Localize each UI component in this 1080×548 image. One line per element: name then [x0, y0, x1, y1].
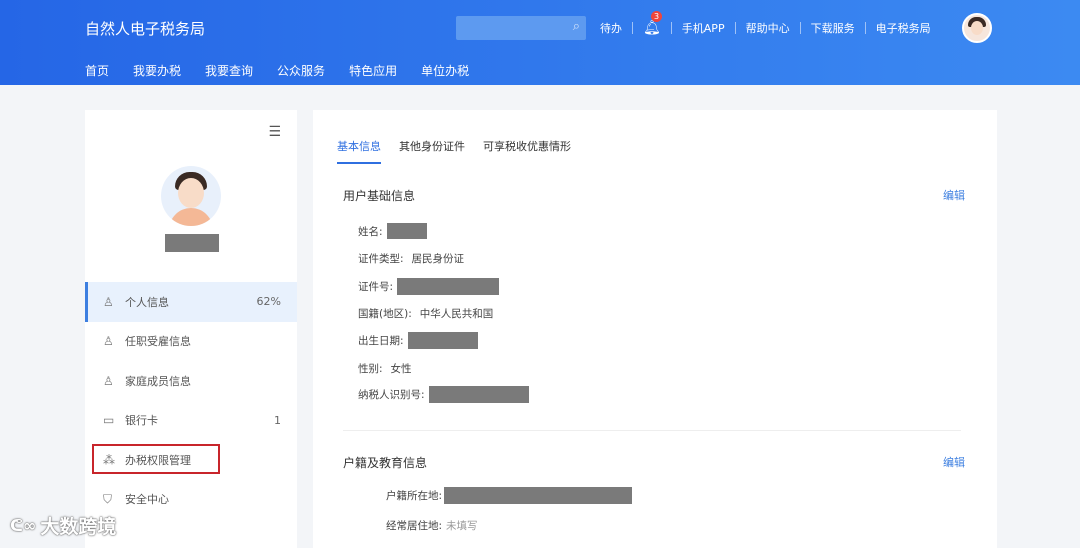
redacted-name	[165, 234, 219, 252]
field-label: 户籍所在地:	[386, 490, 443, 502]
nav-home[interactable]: 首页	[85, 62, 109, 79]
site-title[interactable]: 自然人电子税务局	[85, 18, 205, 39]
field-value: 女性	[390, 363, 412, 375]
redacted-value	[407, 332, 478, 349]
sidebar-item-tax-permission[interactable]: ⁂ 办税权限管理	[85, 440, 297, 480]
redacted-value	[428, 386, 529, 403]
field-value: 未填写	[446, 520, 478, 532]
sidebar-item-label: 家庭成员信息	[125, 374, 191, 388]
sidebar-item-personal-info[interactable]: ♙ 个人信息 62%	[85, 282, 297, 322]
shield-icon: ⛉	[103, 491, 113, 506]
link-help[interactable]: 帮助中心	[746, 20, 790, 36]
section-title: 户籍及教育信息	[343, 456, 428, 470]
section-title: 用户基础信息	[343, 189, 416, 203]
watermark-logo: ᕦ∞ 大数跨境	[10, 512, 116, 539]
progress-percent: 62%	[256, 295, 281, 309]
redacted-value	[444, 487, 633, 504]
field-label: 纳税人识别号:	[358, 389, 425, 401]
user-icon: ♙	[103, 294, 114, 309]
sidebar-item-bank-card[interactable]: ▭ 银行卡 1	[85, 401, 297, 441]
tab-basic-info[interactable]: 基本信息	[337, 138, 381, 164]
field-label: 国籍(地区):	[358, 308, 412, 320]
bell-icon[interactable]: 🔔︎ 3	[643, 11, 662, 36]
user-avatar[interactable]	[962, 13, 992, 43]
field-value: 中华人民共和国	[419, 308, 494, 320]
field-label: 证件号:	[358, 281, 394, 293]
link-download[interactable]: 下载服务	[811, 20, 855, 36]
sidebar-item-label: 安全中心	[125, 493, 169, 507]
main-panel: 基本信息 其他身份证件 可享税收优惠情形 用户基础信息 编辑 姓名: 证件类型:…	[313, 110, 997, 548]
field-value: 居民身份证	[411, 253, 465, 265]
link-etax[interactable]: 电子税务局	[876, 20, 931, 36]
field-label: 经常居住地:	[386, 520, 443, 532]
field-label: 出生日期:	[358, 335, 404, 347]
edit-household-button[interactable]: 编辑	[943, 454, 965, 470]
tab-tax-benefits[interactable]: 可享税收优惠情形	[483, 138, 571, 164]
nav-special[interactable]: 特色应用	[349, 62, 397, 79]
field-label: 证件类型:	[358, 253, 404, 265]
field-label: 姓名:	[358, 225, 383, 238]
field-label: 性别:	[358, 363, 383, 375]
users-icon: ♙	[103, 373, 114, 388]
user-card-icon: ♙	[103, 334, 114, 349]
watermark-text: 大数跨境	[40, 516, 117, 538]
redacted-value	[386, 223, 427, 239]
profile-avatar	[161, 166, 221, 226]
highlight-box	[92, 444, 220, 474]
redacted-value	[397, 278, 500, 295]
section-divider	[343, 430, 961, 431]
sidebar-item-family[interactable]: ♙ 家庭成员信息	[85, 361, 297, 401]
nav-public[interactable]: 公众服务	[277, 62, 325, 79]
tab-other-ids[interactable]: 其他身份证件	[399, 138, 465, 164]
sidebar-item-label: 任职受雇信息	[125, 335, 191, 349]
card-icon: ▭	[103, 413, 115, 428]
sidebar-item-employment[interactable]: ♙ 任职受雇信息	[85, 322, 297, 362]
nav-tax[interactable]: 我要办税	[133, 62, 181, 79]
search-icon[interactable]: ⌕	[573, 19, 580, 34]
sidebar-item-label: 银行卡	[125, 414, 158, 428]
sidebar: ☰ ♙ 个人信息 62% ♙ 任职受雇信息 ♙ 家庭成员信息 ▭ 银行卡 1 ⁂ 办税权限管理…	[85, 110, 297, 548]
list-menu-icon[interactable]: ☰	[268, 124, 281, 140]
item-count: 1	[274, 413, 281, 427]
edit-basic-button[interactable]: 编辑	[943, 187, 965, 203]
link-mobile-app[interactable]: 手机APP	[682, 20, 725, 36]
todo-link[interactable]: 待办	[600, 20, 622, 36]
sidebar-item-security[interactable]: ⛉ 安全中心	[85, 480, 297, 520]
top-header: 自然人电子税务局 ⌕ 待办 🔔︎ 3 手机APP 帮助中心 下载服务 电子税务局 …	[0, 0, 1080, 85]
notification-badge: 3	[651, 11, 662, 22]
sidebar-item-label: 个人信息	[125, 295, 169, 309]
search-input[interactable]: ⌕	[456, 16, 586, 40]
nav-query[interactable]: 我要查询	[205, 62, 253, 79]
nav-unit[interactable]: 单位办税	[421, 62, 469, 79]
